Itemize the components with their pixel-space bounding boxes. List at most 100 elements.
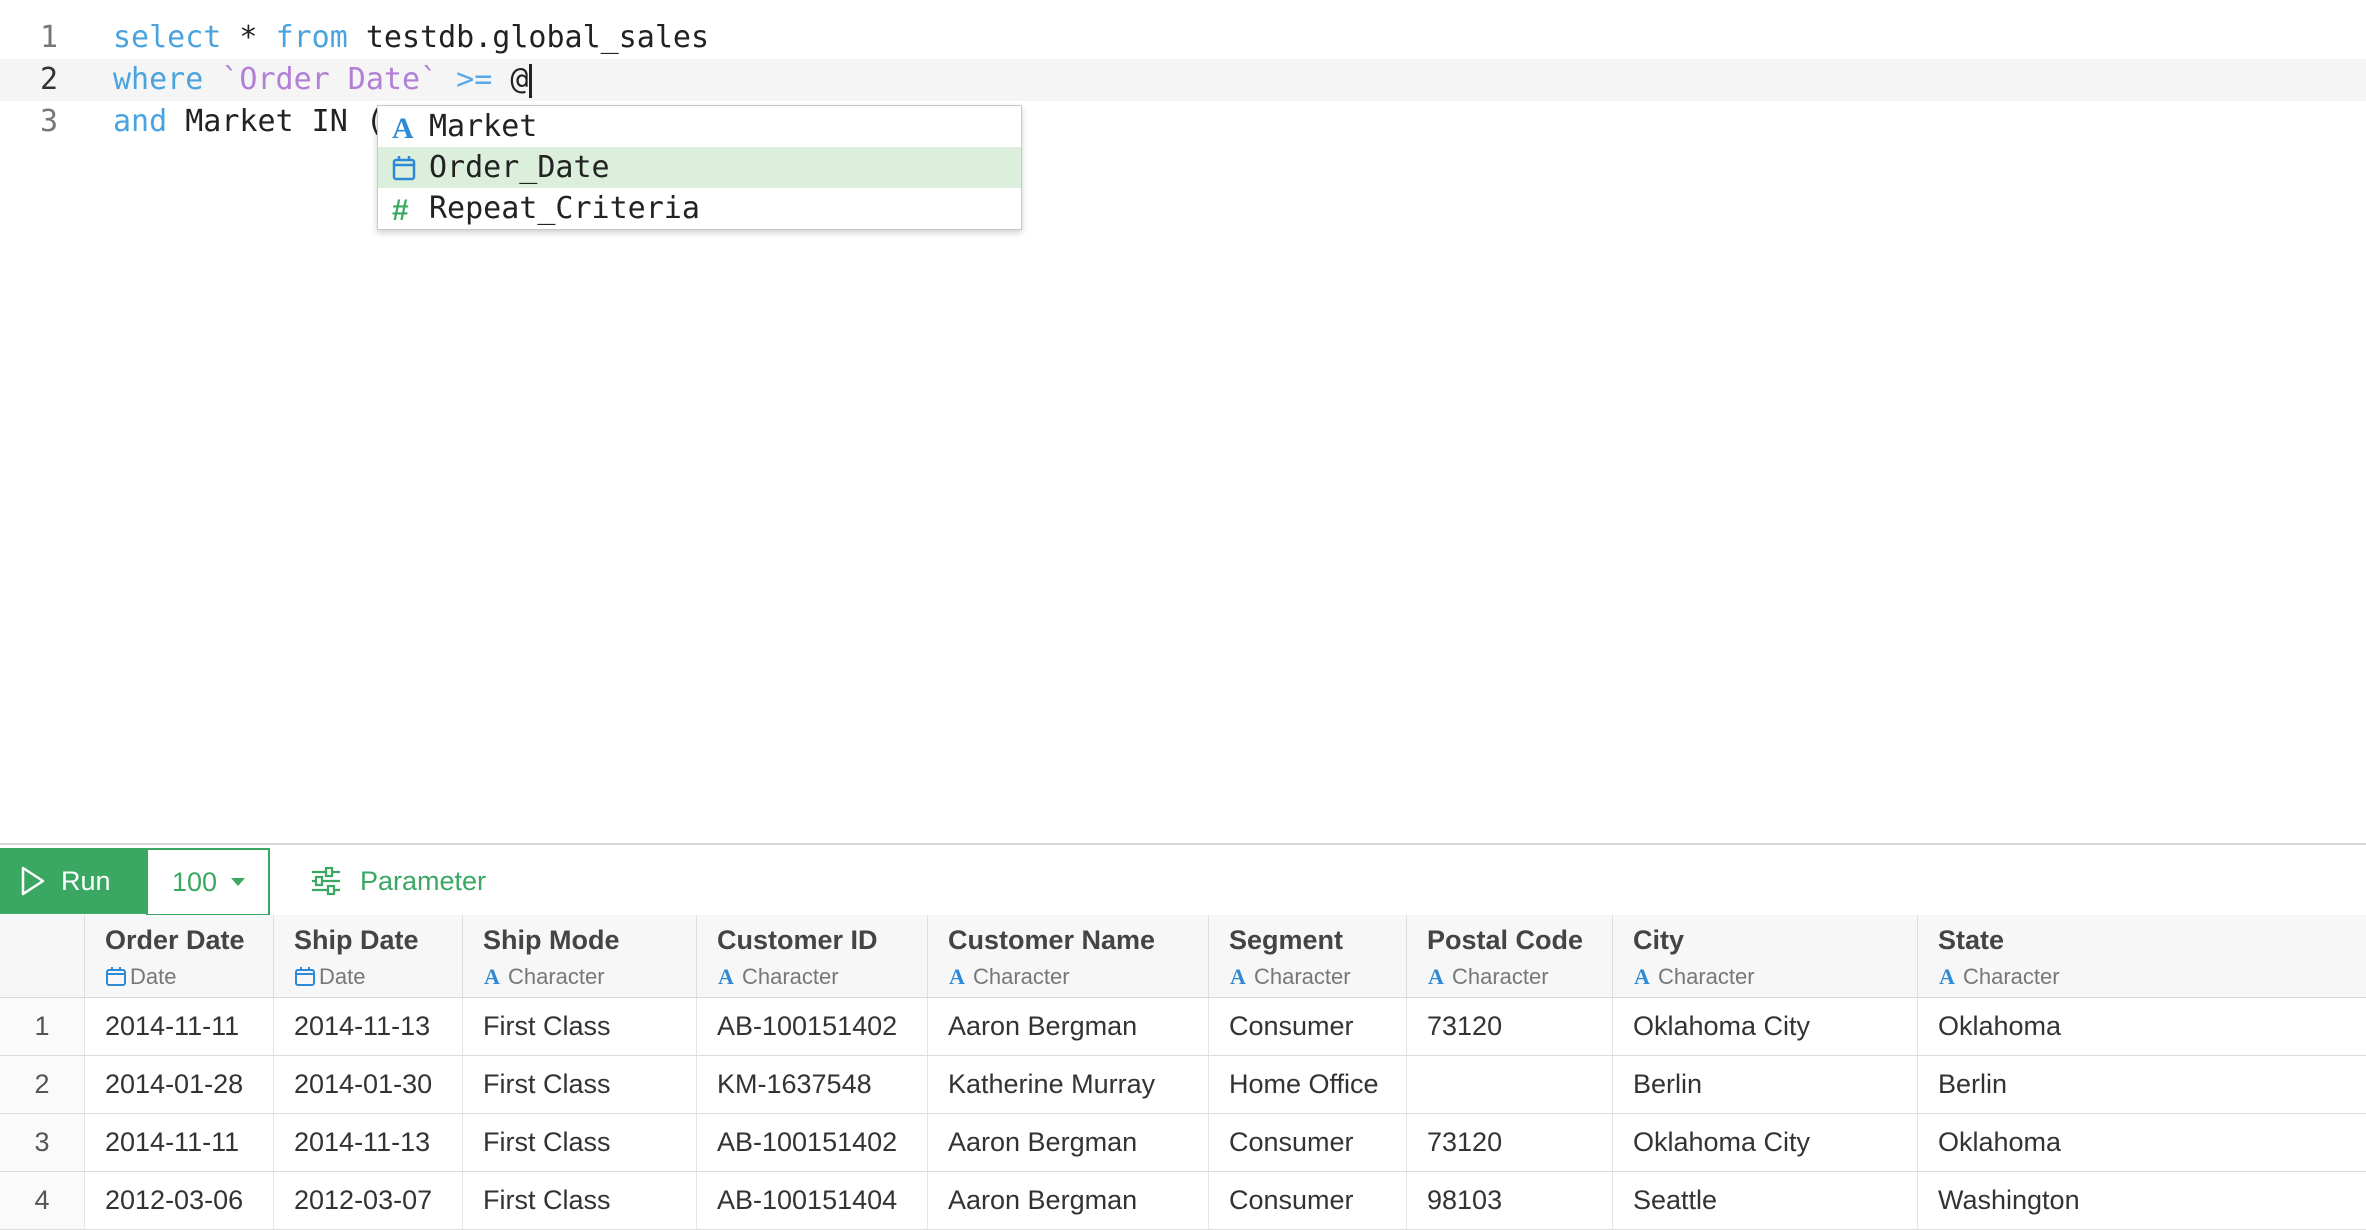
character-icon: A <box>717 964 739 993</box>
table-cell[interactable]: 2014-01-28 <box>85 1056 274 1113</box>
table-cell[interactable]: KM-1637548 <box>697 1056 928 1113</box>
column-header[interactable]: City A Character <box>1613 915 1918 997</box>
table-cell[interactable]: 2014-11-11 <box>85 1114 274 1171</box>
table-cell[interactable]: 73120 <box>1407 998 1613 1055</box>
table-cell[interactable]: 2014-11-13 <box>274 1114 463 1171</box>
column-header[interactable]: Segment A Character <box>1209 915 1407 997</box>
table-cell[interactable]: First Class <box>463 1056 697 1113</box>
column-header[interactable]: Ship Date Date <box>274 915 463 997</box>
table-cell[interactable]: Oklahoma <box>1918 998 2366 1055</box>
column-type-label: Character <box>1254 964 1351 989</box>
autocomplete-item-market[interactable]: A Market <box>378 106 1021 147</box>
column-type: A Character <box>1633 964 1755 993</box>
character-icon: A <box>948 964 970 993</box>
table-cell[interactable]: First Class <box>463 998 697 1055</box>
column-name: Segment <box>1229 925 1344 955</box>
row-number: 2 <box>0 1056 85 1113</box>
column-type: Date <box>294 964 365 993</box>
column-type-label: Date <box>130 964 177 989</box>
column-name: Ship Mode <box>483 925 620 955</box>
table-row[interactable]: 3 2014-11-11 2014-11-13 First Class AB-1… <box>0 1114 2366 1172</box>
table-cell[interactable] <box>1407 1056 1613 1113</box>
keyword-and: and <box>113 104 168 139</box>
column-type: A Character <box>1427 964 1549 993</box>
column-type: A Character <box>1938 964 2060 993</box>
table-cell[interactable]: 73120 <box>1407 1114 1613 1171</box>
column-type-label: Character <box>1452 964 1549 989</box>
table-cell[interactable]: Oklahoma <box>1918 1114 2366 1171</box>
character-icon: A <box>1229 964 1251 993</box>
table-cell[interactable]: 98103 <box>1407 1172 1613 1229</box>
code-line-3[interactable]: 3 and Market IN ( <box>0 101 2366 143</box>
table-cell[interactable]: AB-100151402 <box>697 998 928 1055</box>
table-cell[interactable]: Consumer <box>1209 1114 1407 1171</box>
code-text[interactable]: select * from testdb.global_sales <box>113 17 709 59</box>
play-icon <box>21 866 45 896</box>
column-header[interactable]: State A Character <box>1918 915 2366 997</box>
svg-text:A: A <box>1428 965 1444 987</box>
column-header[interactable]: Order Date Date <box>85 915 274 997</box>
code-text[interactable]: and Market IN ( <box>113 101 384 143</box>
autocomplete-item-order-date[interactable]: Order_Date <box>378 147 1021 188</box>
code-text[interactable]: where `Order Date` >= @ <box>113 59 533 101</box>
table-cell[interactable]: 2014-11-11 <box>85 998 274 1055</box>
table-row[interactable]: 4 2012-03-06 2012-03-07 First Class AB-1… <box>0 1172 2366 1230</box>
column-header[interactable]: Ship Mode A Character <box>463 915 697 997</box>
code-line-2[interactable]: 2 where `Order Date` >= @ <box>0 59 2366 101</box>
autocomplete-label: Market <box>429 109 538 144</box>
svg-text:A: A <box>718 965 734 987</box>
table-cell[interactable]: Berlin <box>1613 1056 1918 1113</box>
results-table: Order Date Date Ship Date Date Ship Mode… <box>0 915 2366 1230</box>
table-cell[interactable]: Oklahoma City <box>1613 1114 1918 1171</box>
table-row[interactable]: 1 2014-11-11 2014-11-13 First Class AB-1… <box>0 998 2366 1056</box>
keyword-select: select <box>113 20 222 55</box>
table-cell[interactable]: Washington <box>1918 1172 2366 1229</box>
character-icon: A <box>483 964 505 993</box>
sql-editor[interactable]: 1 select * from testdb.global_sales 2 wh… <box>0 0 2366 843</box>
query-toolbar: Run 100 Parameter <box>0 843 2366 917</box>
run-button[interactable]: Run <box>0 848 146 914</box>
table-row[interactable]: 2 2014-01-28 2014-01-30 First Class KM-1… <box>0 1056 2366 1114</box>
column-header[interactable]: Postal Code A Character <box>1407 915 1613 997</box>
svg-text:#: # <box>392 194 409 226</box>
table-cell[interactable]: Seattle <box>1613 1172 1918 1229</box>
row-number: 3 <box>0 1114 85 1171</box>
column-type: Date <box>105 964 176 993</box>
star-operator: * <box>221 20 276 55</box>
autocomplete-item-repeat-criteria[interactable]: # Repeat_Criteria <box>378 188 1021 229</box>
column-name: Order Date <box>105 925 245 955</box>
code-line-1[interactable]: 1 select * from testdb.global_sales <box>0 17 2366 59</box>
table-cell[interactable]: Aaron Bergman <box>928 998 1209 1055</box>
row-limit-dropdown[interactable]: 100 <box>146 848 270 916</box>
table-cell[interactable]: 2012-03-07 <box>274 1172 463 1229</box>
table-cell[interactable]: 2014-11-13 <box>274 998 463 1055</box>
table-cell[interactable]: First Class <box>463 1172 697 1229</box>
table-cell[interactable]: Consumer <box>1209 998 1407 1055</box>
table-cell[interactable]: Aaron Bergman <box>928 1172 1209 1229</box>
column-type-label: Character <box>508 964 605 989</box>
column-header[interactable]: Customer ID A Character <box>697 915 928 997</box>
table-cell[interactable]: Katherine Murray <box>928 1056 1209 1113</box>
table-cell[interactable]: Consumer <box>1209 1172 1407 1229</box>
column-type-label: Date <box>319 964 366 989</box>
svg-text:A: A <box>949 965 965 987</box>
column-type: A Character <box>717 964 839 993</box>
table-cell[interactable]: Home Office <box>1209 1056 1407 1113</box>
keyword-from: from <box>275 20 348 55</box>
table-cell[interactable]: 2012-03-06 <box>85 1172 274 1229</box>
table-cell[interactable]: AB-100151402 <box>697 1114 928 1171</box>
table-cell[interactable]: Aaron Bergman <box>928 1114 1209 1171</box>
table-cell[interactable]: AB-100151404 <box>697 1172 928 1229</box>
column-type-label: Character <box>1963 964 2060 989</box>
character-icon: A <box>1427 964 1449 993</box>
column-header[interactable]: Customer Name A Character <box>928 915 1209 997</box>
character-icon: A <box>1633 964 1655 993</box>
svg-text:A: A <box>1634 965 1650 987</box>
table-cell[interactable]: 2014-01-30 <box>274 1056 463 1113</box>
code-rest: Market IN ( <box>167 104 384 139</box>
table-cell[interactable]: Oklahoma City <box>1613 998 1918 1055</box>
table-cell[interactable]: Berlin <box>1918 1056 2366 1113</box>
row-limit-value: 100 <box>172 867 218 897</box>
table-cell[interactable]: First Class <box>463 1114 697 1171</box>
column-type-label: Character <box>973 964 1070 989</box>
